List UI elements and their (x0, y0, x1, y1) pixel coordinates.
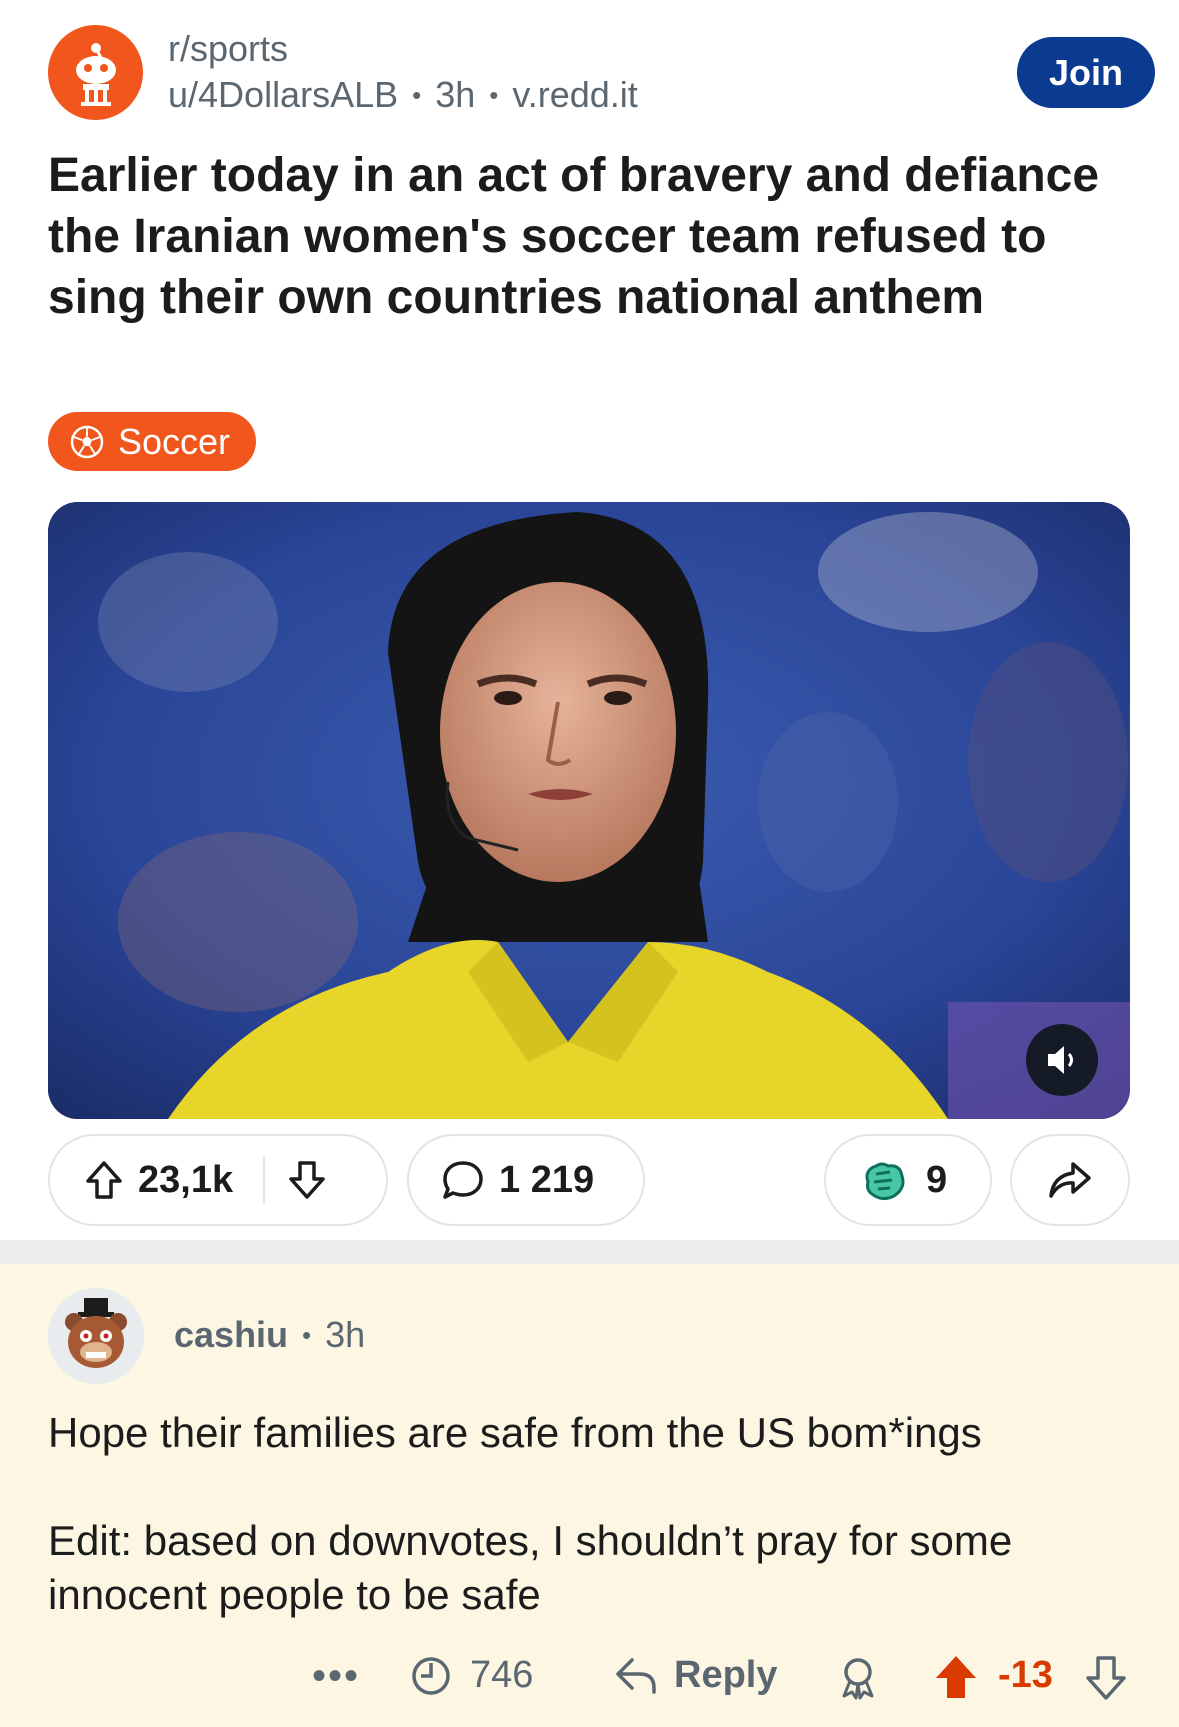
more-options-button[interactable]: ••• (312, 1654, 360, 1699)
comment-count: 1 219 (499, 1158, 595, 1201)
award-outline-icon[interactable] (836, 1656, 880, 1700)
separator-dot: • (302, 1319, 312, 1350)
subreddit-avatar-icon[interactable] (48, 25, 143, 120)
separator-dot: • (412, 79, 422, 110)
user-avatar-icon[interactable] (48, 1288, 144, 1384)
flair-badge[interactable]: Soccer (48, 412, 257, 471)
downvote-icon[interactable] (287, 1159, 327, 1201)
views-counter: 746 (410, 1654, 533, 1697)
video-player[interactable] (48, 502, 1130, 1119)
post-title[interactable]: Earlier today in an act of bravery and d… (48, 145, 1148, 328)
post-meta: u/4DollarsALB • 3h • v.redd.it (168, 74, 638, 116)
share-button[interactable] (1010, 1134, 1130, 1226)
post-age: 3h (435, 74, 476, 115)
views-count: 746 (470, 1654, 534, 1696)
comment-header: cashiu • 3h (174, 1314, 365, 1356)
downvote-icon[interactable] (1084, 1654, 1128, 1702)
vote-bar: 23,1k (48, 1134, 388, 1226)
reply-button[interactable]: Reply (614, 1654, 777, 1697)
reply-icon (616, 1657, 656, 1694)
sound-toggle-icon[interactable] (1026, 1024, 1098, 1096)
vote-divider (263, 1156, 266, 1204)
comments-button[interactable]: 1 219 (407, 1134, 645, 1226)
share-icon (1049, 1162, 1091, 1198)
comment-username[interactable]: cashiu (174, 1314, 288, 1356)
comment-card: cashiu • 3h Hope their families are safe… (0, 1264, 1179, 1727)
comment-score: -13 (998, 1654, 1053, 1696)
upvote-icon[interactable] (84, 1159, 124, 1201)
post-domain[interactable]: v.redd.it (512, 74, 637, 116)
comment-age: 3h (325, 1314, 366, 1355)
post-author[interactable]: u/4DollarsALB (168, 74, 398, 116)
subreddit-name[interactable]: r/sports (168, 28, 288, 70)
separator-dot: • (489, 79, 499, 110)
vote-score: 23,1k (138, 1158, 234, 1201)
views-icon (412, 1656, 450, 1695)
comment-actions: ••• 746 Reply -13 (0, 1644, 1179, 1714)
award-count: 9 (926, 1158, 948, 1201)
reply-label: Reply (674, 1654, 778, 1696)
join-button[interactable]: Join (1017, 37, 1155, 108)
soccer-ball-icon (70, 425, 104, 458)
comment-paragraph: Edit: based on downvotes, I shouldn’t pr… (48, 1517, 1013, 1618)
awards-button[interactable]: 9 (824, 1134, 992, 1226)
post-card: r/sports u/4DollarsALB • 3h • v.redd.it … (0, 0, 1179, 1240)
award-icon (865, 1162, 905, 1201)
comment-icon (443, 1161, 483, 1199)
comment-paragraph: Hope their families are safe from the US… (48, 1409, 982, 1456)
flair-label: Soccer (118, 420, 231, 462)
upvote-icon[interactable] (934, 1654, 978, 1702)
comment-body: Hope their families are safe from the US… (48, 1406, 1158, 1622)
section-divider (0, 1240, 1179, 1264)
